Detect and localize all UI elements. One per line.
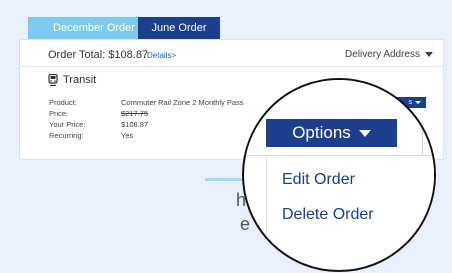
- details-link[interactable]: Details>: [147, 51, 176, 60]
- price-label: Price:: [49, 109, 69, 118]
- caret-down-icon: [358, 129, 371, 137]
- magnifier-callout: Options Edit Order Delete Order: [242, 78, 436, 272]
- edit-order-menu-item[interactable]: Edit Order: [282, 171, 355, 189]
- section-title: Transit: [63, 74, 97, 86]
- order-total: Order Total: $108.87: [48, 49, 149, 61]
- tab-june-order[interactable]: June Order: [138, 17, 220, 44]
- options-menu: Edit Order Delete Order: [266, 156, 434, 246]
- caret-down-icon: [425, 52, 433, 57]
- product-label: Product:: [49, 98, 77, 107]
- magnified-card-border: [422, 80, 423, 156]
- order-total-row: Order Total: $108.87 Details> Delivery A…: [20, 40, 443, 67]
- price-value: $217.75: [121, 109, 149, 118]
- transit-section-header: Transit: [48, 74, 96, 86]
- background-text: e: [240, 214, 251, 234]
- train-icon: [48, 74, 58, 86]
- options-button-label: Options: [292, 123, 351, 142]
- your-price-label: Your Price:: [49, 120, 86, 129]
- tab-label: June Order: [151, 22, 207, 34]
- your-price-value: $108.87: [121, 120, 149, 129]
- delivery-address-label: Delivery Address: [344, 49, 420, 60]
- options-button[interactable]: Options: [266, 119, 397, 147]
- tab-label: December Order: [53, 22, 135, 34]
- delivery-address-dropdown[interactable]: Delivery Address: [345, 49, 433, 60]
- recurring-label: Recurring:: [49, 131, 84, 140]
- recurring-value: Yes: [121, 131, 134, 140]
- delete-order-menu-item[interactable]: Delete Order: [282, 206, 374, 224]
- product-value: Commuter Rail Zone 2 Monthly Pass: [121, 98, 244, 107]
